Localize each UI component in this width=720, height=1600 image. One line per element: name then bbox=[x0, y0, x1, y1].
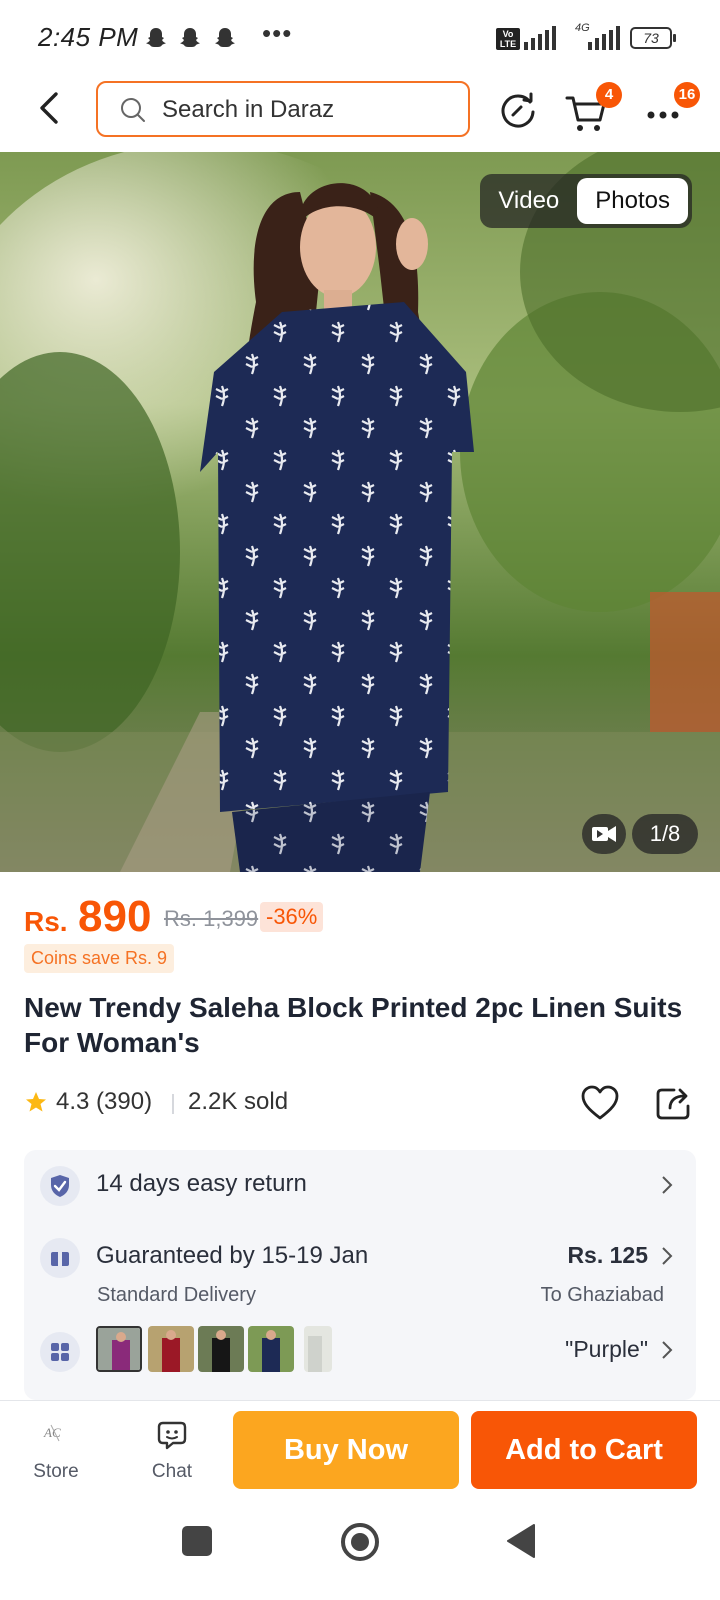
store-label: Store bbox=[33, 1461, 79, 1482]
volte-icon: Vo LTE bbox=[496, 28, 520, 50]
return-policy-row[interactable]: 14 days easy return bbox=[24, 1150, 696, 1220]
search-bar[interactable] bbox=[96, 81, 470, 137]
shield-icon bbox=[40, 1166, 80, 1206]
more-count-badge: 16 bbox=[674, 82, 700, 108]
snapchat-icon bbox=[146, 28, 166, 47]
video-play-button[interactable] bbox=[582, 814, 626, 854]
heart-icon[interactable] bbox=[580, 1084, 620, 1122]
bottom-action-bar: AC Store Chat Buy Now Add to Cart bbox=[0, 1400, 720, 1500]
nav-back-icon[interactable] bbox=[504, 1522, 538, 1560]
sold-count: 2.2K sold bbox=[188, 1088, 289, 1115]
snapchat-icon bbox=[180, 28, 200, 47]
variants-icon bbox=[40, 1332, 80, 1372]
variant-thumbnail[interactable] bbox=[248, 1326, 294, 1372]
more-button[interactable]: 16 bbox=[647, 82, 704, 130]
battery-icon: 73 bbox=[630, 27, 676, 49]
signal-icon bbox=[524, 26, 556, 50]
variant-thumbnail[interactable] bbox=[304, 1326, 332, 1372]
chat-button[interactable]: Chat bbox=[134, 1407, 210, 1491]
more-notifications-icon: ••• bbox=[262, 18, 293, 48]
snapchat-icon bbox=[215, 28, 235, 47]
history-icon[interactable] bbox=[496, 88, 540, 132]
star-icon bbox=[26, 1092, 46, 1112]
variant-thumbnail[interactable] bbox=[198, 1326, 244, 1372]
back-icon[interactable] bbox=[30, 88, 70, 128]
cart-button[interactable]: 4 bbox=[565, 82, 622, 134]
share-icon[interactable] bbox=[654, 1084, 694, 1122]
photos-tab[interactable]: Photos bbox=[577, 178, 688, 224]
cart-count-badge: 4 bbox=[596, 82, 622, 108]
chat-label: Chat bbox=[151, 1461, 193, 1482]
media-toggle: Video Photos bbox=[480, 174, 692, 228]
price-value: 890 bbox=[78, 892, 152, 941]
variant-row[interactable]: "Purple" bbox=[24, 1326, 696, 1386]
selected-variant: "Purple" bbox=[565, 1336, 648, 1362]
rating-value[interactable]: 4.3 (390) bbox=[56, 1088, 152, 1116]
more-icon bbox=[647, 111, 679, 119]
variant-thumbnail[interactable] bbox=[148, 1326, 194, 1372]
chevron-right-icon bbox=[662, 1247, 673, 1265]
store-button[interactable]: AC Store bbox=[18, 1407, 94, 1491]
delivery-row[interactable]: Guaranteed by 15-19 Jan Standard Deliver… bbox=[24, 1222, 696, 1312]
product-title: New Trendy Saleha Block Printed 2pc Line… bbox=[24, 992, 683, 1058]
chevron-right-icon bbox=[662, 1341, 673, 1359]
chevron-right-icon bbox=[662, 1176, 673, 1194]
status-time: 2:45 PM bbox=[38, 22, 139, 52]
return-label: 14 days easy return bbox=[96, 1170, 307, 1197]
price-currency: Rs. bbox=[24, 906, 68, 937]
discount-badge: -36% bbox=[260, 902, 324, 932]
search-icon bbox=[121, 98, 145, 122]
video-icon bbox=[592, 826, 616, 842]
status-bar: 2:45 PM ••• Vo LTE 4G 73 bbox=[0, 0, 720, 76]
buy-now-button[interactable]: Buy Now bbox=[233, 1411, 459, 1489]
product-photo bbox=[0, 152, 720, 872]
video-tab[interactable]: Video bbox=[480, 174, 577, 228]
add-to-cart-button[interactable]: Add to Cart bbox=[471, 1411, 697, 1489]
recents-icon[interactable] bbox=[182, 1526, 212, 1556]
divider bbox=[172, 1094, 174, 1114]
signal-icon bbox=[588, 26, 620, 50]
delivery-icon bbox=[40, 1238, 80, 1278]
product-image[interactable]: Video Photos 1/8 bbox=[0, 152, 720, 872]
chat-icon bbox=[157, 1421, 187, 1450]
delivery-fee: Rs. 125 bbox=[567, 1242, 648, 1268]
image-counter: 1/8 bbox=[632, 814, 698, 854]
search-input[interactable] bbox=[162, 95, 452, 125]
delivery-type: Standard Delivery bbox=[97, 1284, 256, 1306]
rating-row: 4.3 (390) 2.2K sold bbox=[24, 1084, 694, 1124]
store-icon: AC bbox=[43, 1424, 61, 1442]
price-row: Rs. 890 Rs. 1,399 -36% bbox=[24, 888, 704, 941]
coins-badge: Coins save Rs. 9 bbox=[24, 944, 175, 973]
delivery-label: Guaranteed by 15-19 Jan bbox=[96, 1242, 369, 1269]
home-icon[interactable] bbox=[340, 1522, 380, 1562]
top-header: 4 16 bbox=[0, 76, 720, 152]
original-price: Rs. 1,399 bbox=[164, 906, 259, 931]
service-card: 14 days easy return Guaranteed by 15-19 … bbox=[24, 1150, 696, 1400]
system-nav-bar bbox=[0, 1500, 720, 1600]
delivery-location: To Ghaziabad bbox=[540, 1284, 664, 1306]
variant-thumbnail-purple[interactable] bbox=[96, 1326, 142, 1372]
